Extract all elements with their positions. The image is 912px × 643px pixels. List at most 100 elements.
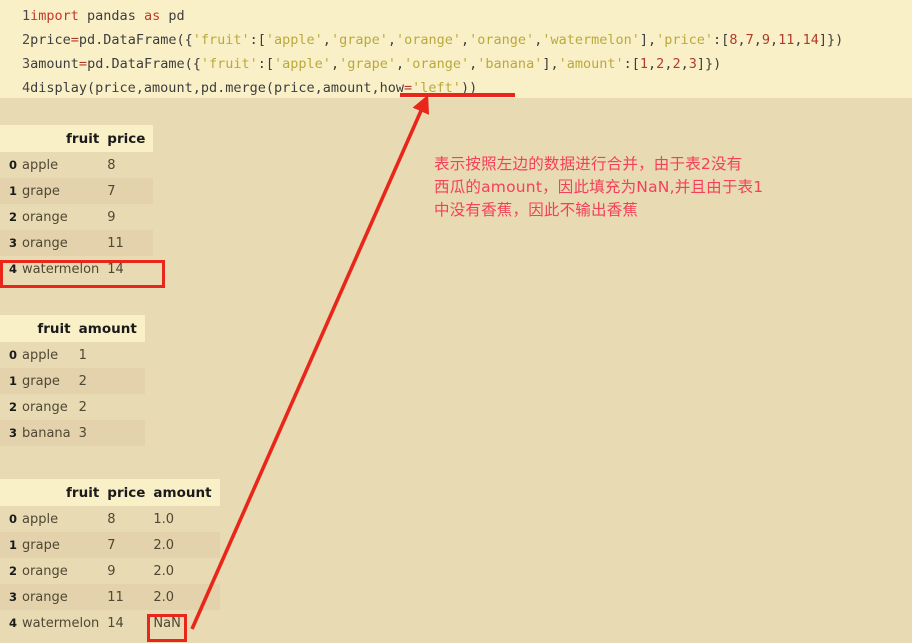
cell-amount: 2 — [78, 399, 87, 415]
cell-amount: NaN — [153, 615, 181, 631]
code-token: , — [395, 56, 405, 72]
code-token: , — [461, 32, 470, 48]
table-row: 3 orange 11 2.0 — [0, 584, 220, 610]
cell-price: 9 — [107, 563, 116, 579]
cell-amount: 2.0 — [153, 563, 175, 579]
column-header-price: price — [107, 130, 146, 147]
dataframe-merged: fruit price amount 0 apple 8 1.0 1 grape 7 2.0 2… — [0, 479, 220, 636]
cell-fruit: grape — [22, 373, 60, 389]
code-token: 'watermelon' — [542, 32, 640, 48]
table-row: 2 orange 2 — [0, 394, 145, 420]
cell-fruit: orange — [22, 399, 68, 415]
code-line[interactable]: 1import pandas as pd — [22, 4, 912, 28]
column-header-index — [0, 125, 22, 152]
code-token: , — [794, 32, 803, 48]
cell-price: 7 — [107, 537, 116, 553]
code-token: 'orange' — [404, 56, 470, 72]
code-line-number: 4 — [22, 80, 31, 96]
code-token: display(price,amount,pd.merge(price,amou… — [30, 80, 405, 96]
cell-amount: 2.0 — [153, 537, 175, 553]
table-header-row: fruit price amount — [0, 479, 220, 506]
table-row: 0 apple 8 1.0 — [0, 506, 220, 532]
column-header-amount: amount — [78, 320, 137, 337]
cell-price: 8 — [107, 511, 116, 527]
code-editor-block: 1import pandas as pd 2price=pd.DataFrame… — [0, 0, 912, 98]
code-token: , — [648, 56, 657, 72]
annotation-text: 表示按照左边的数据进行合并，由于表2没有 西瓜的amount，因此填充为NaN,… — [434, 153, 854, 222]
cell-amount: 1.0 — [153, 511, 175, 527]
code-token: ]}) — [818, 32, 844, 48]
dataframe-price: fruit price 0 apple 8 1 grape 7 2 orange 9 3 orang… — [0, 125, 154, 282]
code-token: pandas — [78, 8, 144, 24]
annotation-line-1: 表示按照左边的数据进行合并，由于表2没有 — [434, 155, 743, 173]
table-row: 1 grape 7 2.0 — [0, 532, 220, 558]
row-index-cell: 1 — [8, 374, 17, 388]
cell-amount: 1 — [78, 347, 87, 363]
code-line-number: 3 — [22, 56, 31, 72]
dataframe-amount: fruit amount 0 apple 1 1 grape 2 2 orange 2 3 bana… — [0, 315, 145, 446]
cell-fruit: orange — [22, 589, 68, 605]
row-index-cell: 2 — [8, 400, 17, 414]
code-token: :[ — [623, 56, 640, 72]
code-token: :[ — [713, 32, 730, 48]
code-token: import — [30, 8, 79, 24]
cell-fruit: orange — [22, 563, 68, 579]
column-header-fruit: fruit — [37, 320, 71, 337]
code-token: , — [322, 32, 331, 48]
code-token: , — [753, 32, 762, 48]
row-index-cell: 3 — [8, 236, 17, 250]
column-header-index — [0, 479, 22, 506]
code-line-number: 2 — [22, 32, 31, 48]
code-token: 'grape' — [330, 32, 388, 48]
code-token: 1 — [639, 56, 649, 72]
code-token: pd.DataFrame({ — [87, 56, 201, 72]
row-index-cell: 3 — [8, 590, 17, 604]
table-row: 0 apple 1 — [0, 342, 145, 368]
annotation-line-3: 中没有香蕉，因此不输出香蕉 — [434, 201, 639, 219]
cell-fruit: grape — [22, 537, 60, 553]
cell-fruit: apple — [22, 347, 59, 363]
code-token: :[ — [249, 32, 266, 48]
cell-fruit: watermelon — [22, 261, 100, 277]
table-row: 0 apple 8 — [0, 152, 153, 178]
row-index-cell: 4 — [8, 262, 17, 276]
code-token: 3 — [688, 56, 697, 72]
table-row: 4 watermelon 14 — [0, 256, 153, 282]
code-token: 2 — [672, 56, 681, 72]
code-line[interactable]: 3amount=pd.DataFrame({'fruit':['apple','… — [22, 52, 912, 76]
table-row: 1 grape 7 — [0, 178, 154, 204]
code-token: , — [737, 32, 746, 48]
code-token: ], — [542, 56, 559, 72]
row-index-cell: 2 — [8, 564, 17, 578]
cell-fruit: orange — [22, 235, 68, 251]
code-token: 'orange' — [469, 32, 535, 48]
table-row: 3 orange 11 — [0, 230, 154, 256]
cell-fruit: apple — [22, 511, 59, 527]
cell-fruit: grape — [22, 183, 60, 199]
code-token: 14 — [802, 32, 819, 48]
row-index-cell: 0 — [8, 158, 17, 172]
code-token: :[ — [257, 56, 275, 72]
code-token: , — [770, 32, 779, 48]
row-index-cell: 2 — [8, 210, 17, 224]
cell-price: 8 — [107, 157, 116, 173]
cell-price: 14 — [107, 615, 124, 631]
code-token: , — [330, 56, 340, 72]
row-index-cell: 0 — [8, 512, 17, 526]
row-index-cell: 3 — [8, 426, 17, 440]
code-token: 'fruit' — [192, 32, 250, 48]
code-token: as — [143, 8, 161, 24]
table-body: 0 apple 1 1 grape 2 2 orange 2 3 banana 3 — [0, 342, 145, 446]
cell-fruit: orange — [22, 209, 68, 225]
column-header-fruit: fruit — [66, 484, 100, 501]
code-token: 'price' — [656, 32, 714, 48]
cell-price: 11 — [107, 589, 124, 605]
table-header-row: fruit price — [0, 125, 154, 152]
table-row: 3 banana 3 — [0, 420, 145, 446]
arrow-line — [190, 94, 430, 630]
table-body: 0 apple 8 1 grape 7 2 orange 9 3 orange 11 4 watermel… — [0, 152, 154, 282]
how-left-underline-marker — [400, 93, 515, 97]
cell-amount: 2 — [78, 373, 87, 389]
table-row: 2 orange 9 2.0 — [0, 558, 220, 584]
code-line[interactable]: 2price=pd.DataFrame({'fruit':['apple','g… — [22, 28, 912, 52]
